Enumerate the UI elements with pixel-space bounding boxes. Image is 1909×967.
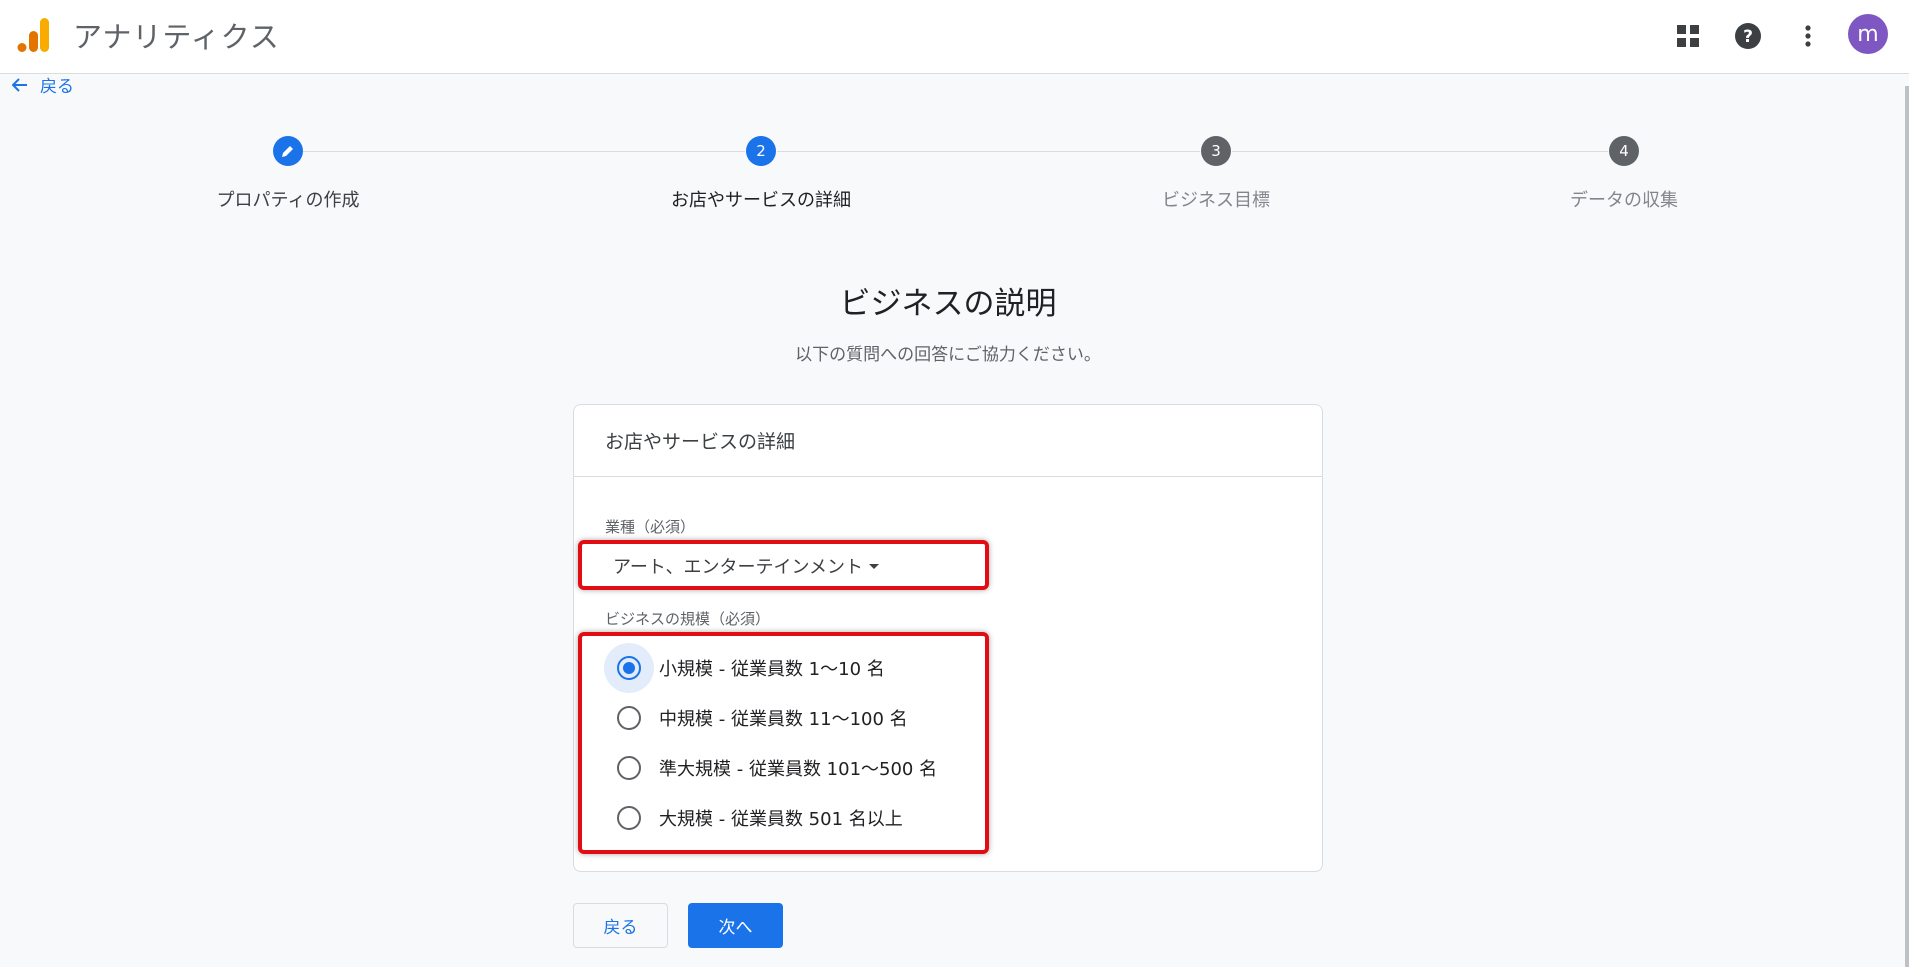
more-vert-icon[interactable] [1788, 16, 1828, 56]
step-connector [303, 151, 745, 152]
step-4-label: データの収集 [1570, 190, 1678, 211]
back-link-label: 戻る [40, 77, 74, 97]
step-4-circle: 4 [1609, 136, 1639, 166]
step-1-complete[interactable] [273, 136, 303, 166]
business-size-highlight-box [578, 632, 989, 854]
svg-text:?: ? [1743, 27, 1753, 47]
page-title: ビジネスの説明 [839, 286, 1057, 322]
avatar[interactable]: m [1848, 14, 1888, 54]
back-button[interactable]: 戻る [573, 903, 668, 948]
card-header: お店やサービスの詳細 [574, 405, 1322, 477]
top-app-bar: アナリティクス ? m [0, 0, 1909, 74]
back-link[interactable]: 戻る [12, 72, 74, 97]
pencil-icon [282, 146, 293, 157]
step-2-circle: 2 [746, 136, 776, 166]
scrollbar[interactable] [1905, 86, 1909, 967]
arrow-back-icon [12, 77, 27, 92]
step-2-label: お店やサービスの詳細 [671, 190, 851, 211]
page-subtitle: 以下の質問への回答にご協力ください。 [795, 345, 1101, 365]
step-connector [1232, 151, 1608, 152]
apps-grid-icon[interactable] [1668, 16, 1708, 56]
app-title: アナリティクス [73, 20, 280, 54]
step-3-circle: 3 [1201, 136, 1231, 166]
help-icon[interactable]: ? [1728, 16, 1768, 56]
step-3-label: ビジネス目標 [1162, 190, 1270, 211]
industry-label: 業種（必須） [605, 518, 696, 536]
step-1-label[interactable]: プロパティの作成 [217, 186, 360, 212]
step-connector [777, 151, 1200, 152]
business-size-label: ビジネスの規模（必須） [605, 610, 771, 628]
analytics-logo-icon[interactable] [16, 16, 52, 54]
next-button[interactable]: 次へ [688, 903, 783, 948]
industry-highlight-box [578, 540, 989, 590]
